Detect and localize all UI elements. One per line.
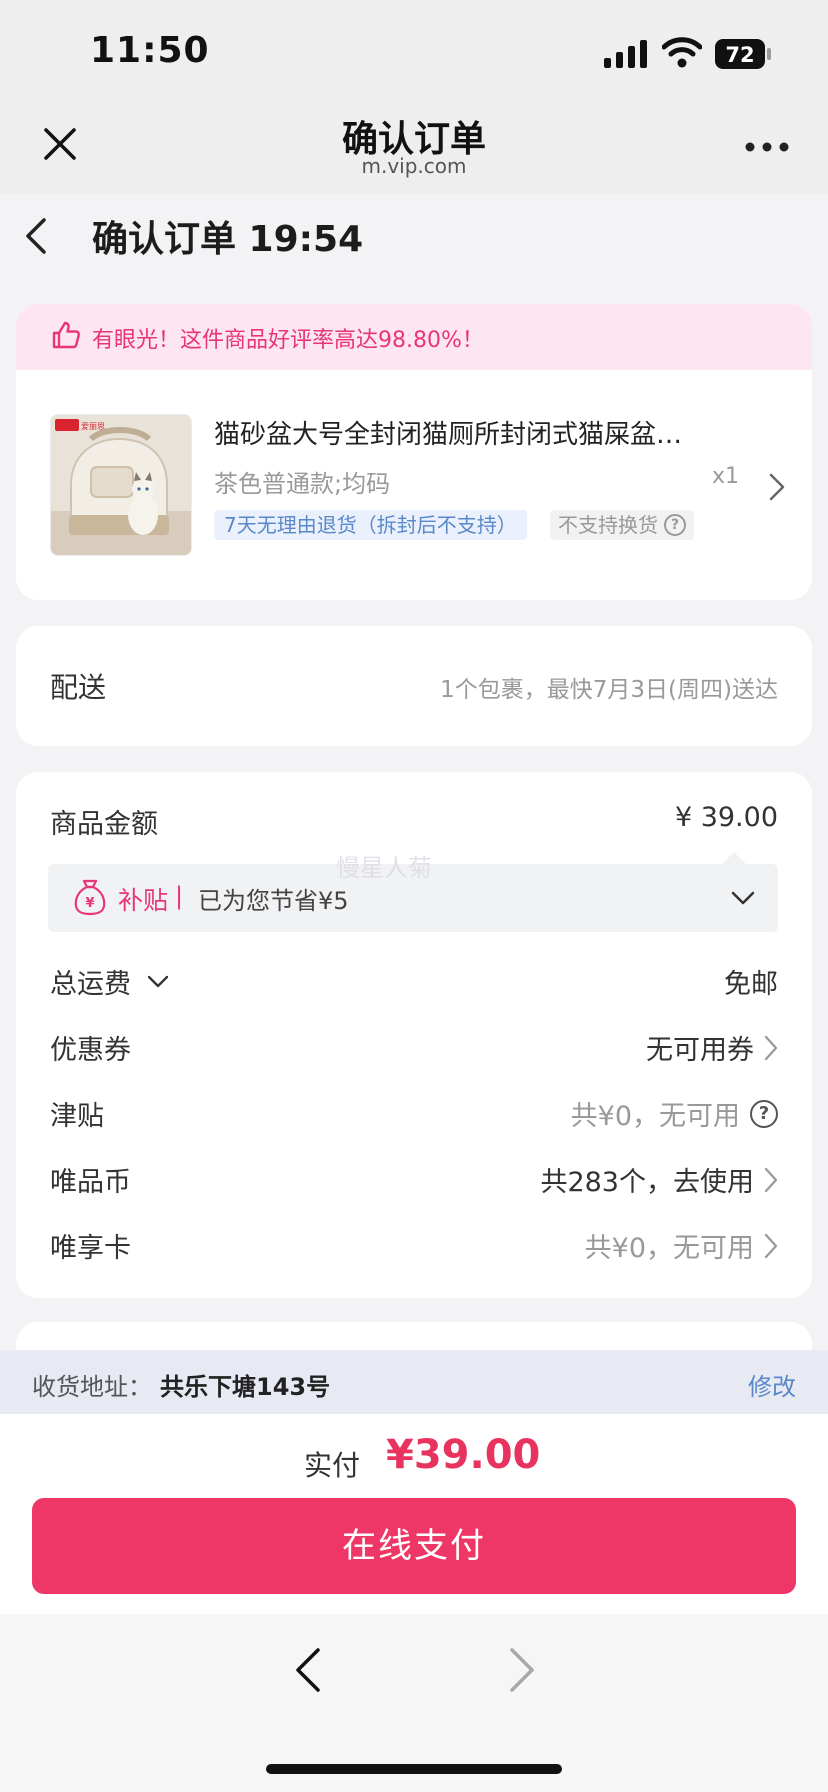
chevron-down-icon[interactable] [730, 890, 756, 906]
watermark: 慢星人菊 [336, 854, 432, 882]
shipping-label: 配送 [50, 671, 107, 704]
online-pay-button[interactable]: 在线支付 [32, 1498, 796, 1594]
browser-toolbar [0, 1614, 828, 1792]
address-value: 共乐下塘143号 [160, 1373, 331, 1401]
chevron-right-icon[interactable] [768, 472, 786, 502]
goods-amount-label: 商品金额 [50, 809, 158, 840]
shipping-fee-row[interactable]: 总运费 [50, 962, 169, 1001]
browser-domain: m.vip.com [361, 154, 467, 178]
battery-level: 72 [725, 43, 754, 67]
chevron-right-icon[interactable] [764, 1035, 778, 1061]
vip-card-value: 共¥0，无可用 [584, 1233, 754, 1264]
shipping-fee-value: 免邮 [724, 962, 778, 1001]
help-icon[interactable]: ? [664, 514, 686, 536]
product-image[interactable]: 爱丽思 [50, 414, 192, 556]
product-quantity: x1 [712, 464, 740, 489]
no-exchange-label: 不支持换货 [558, 513, 658, 537]
praise-banner: 有眼光！这件商品好评率高达98.80%！ [16, 304, 812, 370]
address-label: 收货地址： [32, 1373, 152, 1401]
battery-icon: 72 [715, 39, 771, 69]
shipping-card[interactable]: 配送 1个包裹，最快7月3日(周四)送达 [16, 626, 812, 746]
allowance-row[interactable]: 共¥0，无可用 ? [571, 1094, 778, 1133]
status-time: 11:50 [90, 30, 210, 71]
thumbs-up-icon [52, 321, 81, 349]
subsidy-text: 已为您节省¥5 [198, 887, 349, 915]
cat-litter-box-picture: 爱丽思 [51, 415, 191, 555]
praise-text: 有眼光！这件商品好评率高达98.80%！ [92, 328, 484, 353]
goods-amount-value: ¥ 39.00 [675, 802, 778, 833]
allowance-value: 共¥0，无可用 [570, 1101, 740, 1132]
vip-card-row[interactable]: 共¥0，无可用 [585, 1226, 778, 1265]
brand-mini-label: 爱丽思 [81, 422, 105, 431]
address-bar: 收货地址： 共乐下塘143号 修改 [0, 1350, 828, 1414]
svg-text:¥: ¥ [85, 896, 94, 911]
browser-back-icon[interactable] [290, 1644, 326, 1696]
chevron-right-icon[interactable] [764, 1233, 778, 1259]
cellular-signal-icon [604, 40, 647, 68]
vip-card-label: 唯享卡 [50, 1233, 131, 1264]
subsidy-label: 补贴 [118, 886, 169, 915]
money-bag-icon: ¥ [74, 879, 106, 916]
wifi-icon [662, 37, 702, 68]
subsidy-separator: | [175, 882, 184, 910]
shipping-fee-label: 总运费 [50, 969, 131, 1000]
payment-area: 实付 ¥39.00 在线支付 [0, 1414, 828, 1614]
coupon-label: 优惠券 [50, 1035, 131, 1066]
pay-amount: ¥39.00 [386, 1432, 541, 1478]
pay-label: 实付 [304, 1449, 361, 1482]
edit-address-link[interactable]: 修改 [748, 1367, 796, 1402]
page-title: 确认订单 19:54 [92, 219, 364, 260]
browser-forward-icon[interactable] [504, 1644, 540, 1696]
vip-coins-label: 唯品币 [50, 1167, 131, 1198]
return-policy-tag: 7天无理由退货（拆封后不支持） [214, 510, 527, 540]
vip-coins-value: 共283个，去使用 [540, 1167, 754, 1198]
shipping-info: 1个包裹，最快7月3日(周四)送达 [440, 677, 778, 703]
coupon-value: 无可用券 [646, 1035, 754, 1066]
chevron-right-icon[interactable] [764, 1167, 778, 1193]
more-options-icon[interactable] [744, 140, 790, 154]
help-icon[interactable]: ? [750, 1099, 778, 1128]
vip-coins-row[interactable]: 共283个，去使用 [540, 1160, 778, 1199]
allowance-label: 津贴 [50, 1101, 104, 1132]
product-title[interactable]: 猫砂盆大号全封闭猫厕所封闭式猫屎盆… [214, 414, 744, 451]
home-indicator[interactable] [266, 1764, 562, 1774]
no-exchange-tag[interactable]: 不支持换货 ? [550, 510, 694, 540]
chevron-down-icon[interactable] [147, 975, 169, 989]
coupon-row[interactable]: 无可用券 [646, 1028, 778, 1067]
product-card: 有眼光！这件商品好评率高达98.80%！ 爱丽思 猫砂盆大号全封闭猫厕所封闭式猫… [16, 304, 812, 600]
back-icon[interactable] [22, 214, 50, 258]
goods-amount-text: ¥ 39.00 [674, 802, 778, 833]
product-spec: 茶色普通款;均码 [214, 470, 391, 498]
shipping-fee-text: 免邮 [724, 969, 778, 1000]
